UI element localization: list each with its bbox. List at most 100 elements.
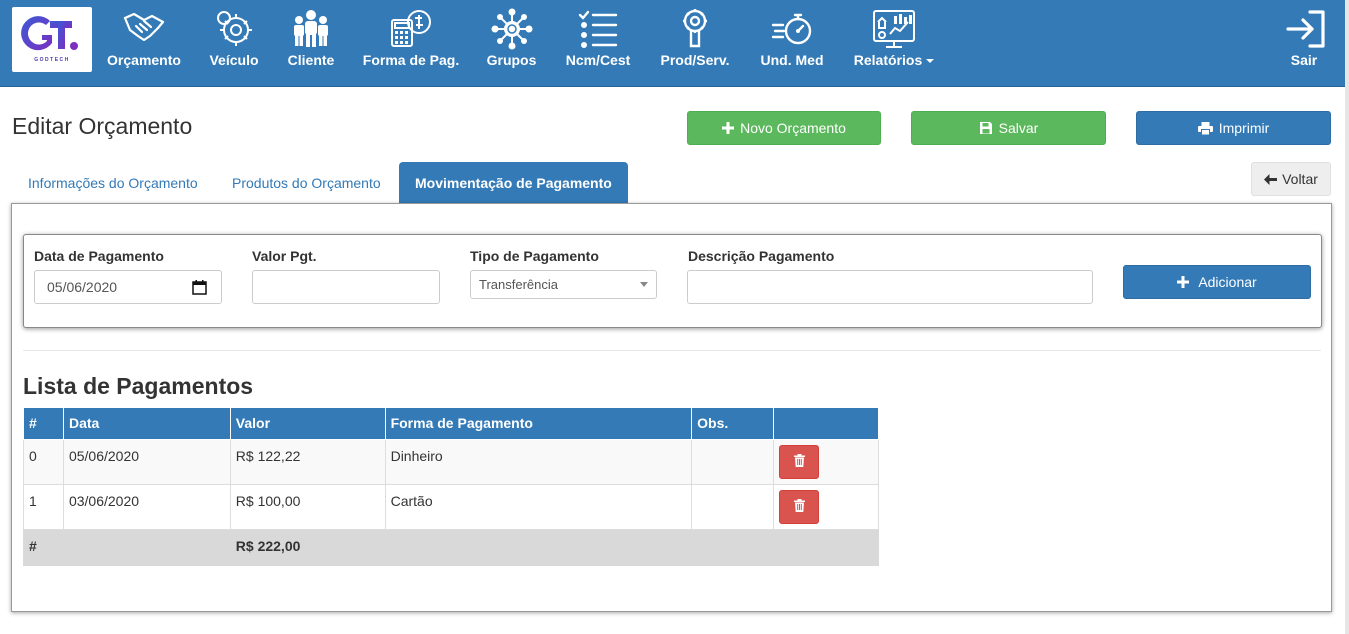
nav-relatorios[interactable]: Relatórios bbox=[851, 8, 937, 72]
nav-forma-pag[interactable]: Forma de Pag. bbox=[362, 8, 460, 72]
delete-button[interactable] bbox=[779, 489, 820, 524]
payment-form: Data de Pagamento 05/06/2020 Valor Pgt. … bbox=[23, 234, 1322, 328]
engine-icon bbox=[207, 8, 261, 52]
top-navbar: GODTECH Orçamento Veículo Cliente Forma … bbox=[0, 0, 1349, 87]
wrench-icon bbox=[657, 8, 733, 52]
tab-label: Informações do Orçamento bbox=[28, 175, 198, 191]
cell-index: 0 bbox=[23, 438, 64, 485]
back-label: Voltar bbox=[1282, 171, 1318, 187]
report-icon bbox=[851, 8, 937, 52]
arrow-left-icon bbox=[1264, 173, 1278, 185]
cell-value: R$ 100,00 bbox=[229, 483, 386, 530]
value-label: Valor Pgt. bbox=[252, 248, 317, 264]
trash-icon bbox=[793, 453, 805, 470]
cell-actions bbox=[773, 438, 879, 485]
back-button[interactable]: Voltar bbox=[1251, 162, 1331, 196]
payments-table: # Data Valor Forma de Pagamento Obs. 0 0… bbox=[23, 408, 879, 566]
cell-index: 1 bbox=[23, 483, 64, 530]
delete-button[interactable] bbox=[779, 444, 820, 479]
payment-type-select[interactable]: Transferência bbox=[470, 270, 657, 299]
brand-subtitle: GODTECH bbox=[34, 57, 70, 63]
nav-label: Veículo bbox=[209, 52, 259, 68]
brand-logo[interactable]: GODTECH bbox=[12, 7, 92, 72]
total-empty bbox=[773, 528, 879, 566]
nav-cliente[interactable]: Cliente bbox=[286, 8, 336, 72]
save-button[interactable]: Salvar bbox=[911, 111, 1106, 145]
save-icon bbox=[979, 121, 993, 135]
nav-label: Sair bbox=[1290, 52, 1318, 68]
checklist-icon bbox=[563, 8, 633, 52]
nav-label: Ncm/Cest bbox=[565, 52, 631, 68]
new-budget-label: Novo Orçamento bbox=[740, 120, 846, 136]
printer-icon bbox=[1197, 121, 1213, 135]
cell-method: Dinheiro bbox=[384, 438, 693, 485]
cell-obs bbox=[691, 483, 775, 530]
nav-label: Forma de Pag. bbox=[362, 52, 460, 68]
col-actions bbox=[773, 408, 879, 440]
description-label: Descrição Pagamento bbox=[688, 248, 835, 264]
nav-label: Relatórios bbox=[851, 52, 937, 68]
tab-label: Movimentação de Pagamento bbox=[415, 175, 612, 191]
nav-label: Grupos bbox=[486, 52, 537, 68]
type-label: Tipo de Pagamento bbox=[470, 248, 599, 264]
logout-icon bbox=[1284, 8, 1325, 52]
payment-type-value: Transferência bbox=[479, 277, 558, 292]
tab-label: Produtos do Orçamento bbox=[232, 175, 381, 191]
nav-ncm-cest[interactable]: Ncm/Cest bbox=[563, 8, 633, 72]
col-method: Forma de Pagamento bbox=[384, 408, 693, 440]
calculator-icon bbox=[362, 8, 460, 52]
tab-informacoes[interactable]: Informações do Orçamento bbox=[12, 162, 214, 204]
date-label: Data de Pagamento bbox=[34, 248, 164, 264]
total-empty bbox=[384, 528, 693, 566]
nav-orcamento[interactable]: Orçamento bbox=[105, 8, 183, 72]
col-index: # bbox=[23, 408, 64, 440]
add-payment-label: Adicionar bbox=[1198, 274, 1257, 290]
scrollbar-track[interactable] bbox=[1345, 0, 1349, 634]
value-input[interactable] bbox=[252, 270, 440, 304]
tab-produtos[interactable]: Produtos do Orçamento bbox=[216, 162, 397, 204]
payment-panel: Data de Pagamento 05/06/2020 Valor Pgt. … bbox=[11, 203, 1332, 612]
caret-down-icon bbox=[926, 59, 935, 64]
network-icon bbox=[484, 8, 539, 52]
nav-prod-serv[interactable]: Prod/Serv. bbox=[657, 8, 733, 72]
nav-veiculo[interactable]: Veículo bbox=[207, 8, 261, 72]
stopwatch-icon bbox=[757, 8, 827, 52]
print-label: Imprimir bbox=[1218, 120, 1270, 136]
total-label: # bbox=[23, 528, 64, 566]
cell-date: 03/06/2020 bbox=[62, 483, 231, 530]
description-input[interactable] bbox=[687, 270, 1093, 304]
col-value: Valor bbox=[229, 408, 386, 440]
total-empty bbox=[62, 528, 231, 566]
plus-icon bbox=[722, 122, 735, 134]
payments-list-title: Lista de Pagamentos bbox=[23, 373, 254, 399]
col-obs: Obs. bbox=[691, 408, 775, 440]
nav-und-med[interactable]: Und. Med bbox=[757, 8, 827, 72]
total-value: R$ 222,00 bbox=[229, 528, 386, 566]
add-payment-button[interactable]: Adicionar bbox=[1123, 265, 1311, 299]
people-icon bbox=[286, 8, 336, 52]
nav-logout[interactable]: Sair bbox=[1284, 8, 1325, 72]
new-budget-button[interactable]: Novo Orçamento bbox=[687, 111, 881, 145]
nav-label: Und. Med bbox=[760, 52, 824, 68]
table-total-row: # R$ 222,00 bbox=[23, 528, 879, 566]
cell-actions bbox=[773, 483, 879, 530]
print-button[interactable]: Imprimir bbox=[1136, 111, 1331, 145]
date-value: 05/06/2020 bbox=[47, 279, 118, 295]
nav-label: Orçamento bbox=[107, 52, 181, 68]
tab-movimentacao[interactable]: Movimentação de Pagamento bbox=[399, 162, 628, 204]
nav-grupos[interactable]: Grupos bbox=[484, 8, 539, 72]
total-empty bbox=[691, 528, 775, 566]
date-input[interactable]: 05/06/2020 bbox=[34, 270, 222, 304]
chevron-down-icon bbox=[640, 282, 648, 287]
table-header-row: # Data Valor Forma de Pagamento Obs. bbox=[23, 408, 879, 440]
nav-label: Prod/Serv. bbox=[660, 52, 730, 68]
cell-date: 05/06/2020 bbox=[62, 438, 231, 485]
plus-icon bbox=[1177, 276, 1190, 288]
table-row: 1 03/06/2020 R$ 100,00 Cartão bbox=[23, 483, 879, 530]
save-label: Salvar bbox=[998, 120, 1039, 136]
calendar-icon[interactable] bbox=[192, 280, 207, 298]
gt-logo-icon bbox=[21, 16, 78, 51]
col-date: Data bbox=[62, 408, 231, 440]
divider bbox=[23, 350, 1321, 351]
page-title: Editar Orçamento bbox=[12, 113, 193, 139]
